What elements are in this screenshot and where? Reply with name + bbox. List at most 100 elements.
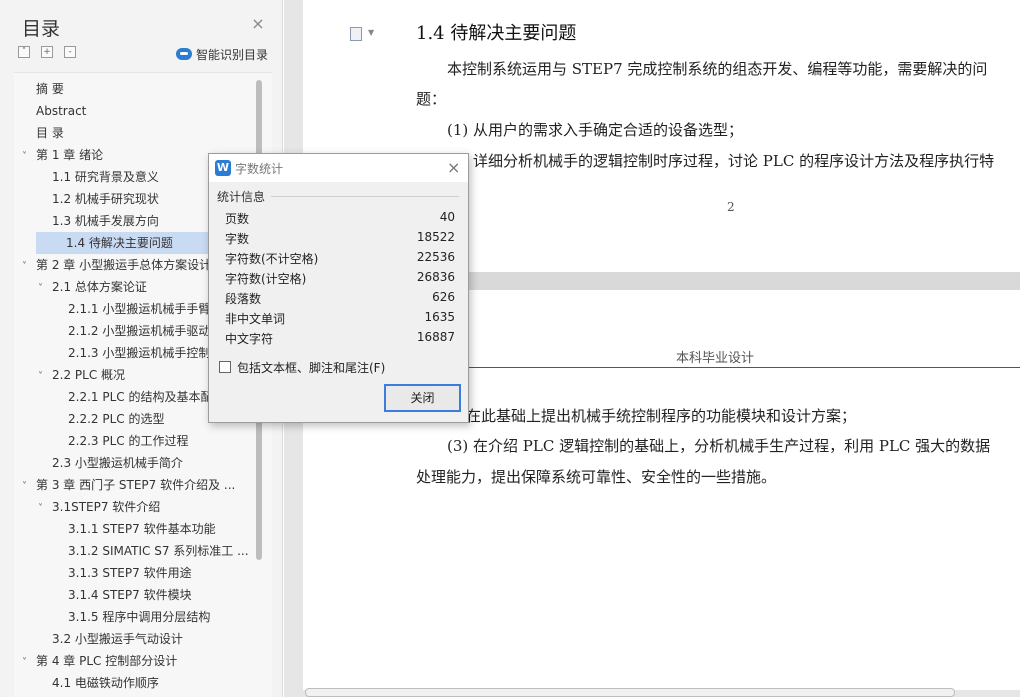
chevron-down-icon[interactable]: ˅ <box>38 366 52 386</box>
expand-button[interactable]: + <box>41 46 53 58</box>
toc-item[interactable]: 3.2 小型搬运手气动设计 <box>38 628 268 650</box>
dialog-titlebar[interactable]: W 字数统计 × <box>209 154 468 182</box>
chevron-down-icon[interactable]: ˅ <box>22 256 36 276</box>
stat-label: 页数 <box>225 212 250 226</box>
toc-item-label: 2.2.1 PLC 的结构及基本配置 <box>68 390 225 404</box>
document-icon[interactable] <box>350 27 362 41</box>
checkbox[interactable] <box>219 361 231 373</box>
page-number: 2 <box>727 200 735 214</box>
chevron-down-icon[interactable]: ˅ <box>38 498 52 518</box>
section-heading: 1.4 待解决主要问题 <box>416 23 577 44</box>
stat-value: 18522 <box>416 230 455 244</box>
toc-item-label: 目 录 <box>36 126 64 140</box>
toc-item-label: 2.2.3 PLC 的工作过程 <box>68 434 189 448</box>
stat-label: 字数 <box>225 232 250 246</box>
chevron-down-icon[interactable]: ˅ <box>22 146 36 166</box>
toc-item-label: 3.1.5 程序中调用分层结构 <box>68 610 211 624</box>
toc-item-label: 2.1 总体方案论证 <box>52 280 147 294</box>
toc-item-label: 3.1.3 STEP7 软件用途 <box>68 566 192 580</box>
chevron-down-icon[interactable]: ˅ <box>22 652 36 672</box>
toc-item[interactable]: 3.1.2 SIMATIC S7 系列标准工 ... <box>54 540 268 562</box>
toc-item-label: 3.1.4 STEP7 软件模块 <box>68 588 192 602</box>
smart-toc-label: 智能识别目录 <box>196 47 269 62</box>
checkbox-label: 包括文本框、脚注和尾注(F) <box>237 360 386 375</box>
list-item-3: (3) 在介绍 PLC 逻辑控制的基础上，分析机械手生产过程，利用 PLC 强大… <box>447 437 991 455</box>
toc-item-label: 摘 要 <box>36 82 64 96</box>
collapse-all-button[interactable]: ˅ <box>18 46 30 58</box>
toc-item-label: 2.3 小型搬运机械手简介 <box>52 456 183 470</box>
toc-item[interactable]: 目 录 <box>22 122 268 144</box>
header-rule <box>416 367 1020 368</box>
toc-item-label: 2.1.3 小型搬运机械手控制 <box>68 346 211 360</box>
stat-label: 字符数(计空格) <box>225 272 307 286</box>
toc-item-label: Abstract <box>36 104 87 118</box>
toc-item-label: 第 1 章 绪论 <box>36 148 104 162</box>
wps-logo-icon: W <box>215 160 231 176</box>
stat-row: 字符数(计空格) 26836 <box>225 270 455 288</box>
toc-item[interactable]: ˅ 第 3 章 西门子 STEP7 软件介绍及 ... <box>22 474 268 496</box>
stat-label: 字符数(不计空格) <box>225 252 319 266</box>
toc-item[interactable]: Abstract <box>22 100 268 122</box>
toc-item[interactable]: 2.2.3 PLC 的工作过程 <box>54 430 268 452</box>
list-item-2-cont: 在此基础上提出机械手统控制程序的功能模块和设计方案； <box>466 407 857 425</box>
toc-item[interactable]: ˅ 第 4 章 PLC 控制部分设计 <box>22 650 268 672</box>
toc-item-label: 4.1 电磁铁动作顺序 <box>52 676 159 690</box>
section-divider <box>271 196 459 197</box>
stat-value: 16887 <box>416 330 455 344</box>
word-count-dialog: W 字数统计 × 统计信息 页数 40 字数 18522 字符数(不计空格) 22536 字… <box>208 153 469 423</box>
stat-row: 字符数(不计空格) 22536 <box>225 250 455 268</box>
stat-value: 22536 <box>416 250 455 264</box>
toc-item[interactable]: 3.1.1 STEP7 软件基本功能 <box>54 518 268 540</box>
stat-row: 字数 18522 <box>225 230 455 248</box>
toc-item-label: 2.2.2 PLC 的选型 <box>68 412 165 426</box>
stat-label: 段落数 <box>225 292 262 306</box>
dialog-title: 字数统计 <box>235 162 284 176</box>
toc-item[interactable]: 摘 要 <box>22 78 268 100</box>
toc-item-label: 第 3 章 西门子 STEP7 软件介绍及 ... <box>36 478 236 492</box>
chevron-down-icon[interactable]: ˅ <box>22 476 36 496</box>
stat-row: 非中文单词 1635 <box>225 310 455 328</box>
smart-toc-button[interactable]: 智能识别目录 <box>176 46 268 62</box>
toc-item[interactable]: 3.1.3 STEP7 软件用途 <box>54 562 268 584</box>
page-header: 本科毕业设计 <box>676 351 755 366</box>
toc-item[interactable]: ˅ 3.1STEP7 软件介绍 <box>38 496 268 518</box>
stat-value: 1635 <box>424 310 455 324</box>
close-icon[interactable]: × <box>250 16 266 32</box>
toc-item-label: 2.1.2 小型搬运机械手驱动 <box>68 324 211 338</box>
toc-item-label: 2.2 PLC 概况 <box>52 368 126 382</box>
stats-section-label: 统计信息 <box>217 190 266 204</box>
toc-title: 目录 <box>22 18 61 40</box>
toc-item-label: 第 2 章 小型搬运手总体方案设计 <box>36 258 212 272</box>
list-item-1: (1) 从用户的需求入手确定合适的设备选型； <box>447 121 744 139</box>
toc-item[interactable]: 2.3 小型搬运机械手简介 <box>38 452 268 474</box>
stat-label: 中文字符 <box>225 332 274 346</box>
close-icon[interactable]: × <box>447 158 460 177</box>
toc-item[interactable]: 4.1 电磁铁动作顺序 <box>38 672 268 694</box>
stat-value: 40 <box>439 210 455 224</box>
chevron-down-icon[interactable]: ▼ <box>368 28 374 37</box>
toc-item-label: 第 4 章 PLC 控制部分设计 <box>36 654 178 668</box>
toc-item-label: 1.4 待解决主要问题 <box>66 236 173 250</box>
list-item-2: 详细分析机械手的逻辑控制时序过程，讨论 PLC 的程序设计方法及程序执行特 <box>473 152 995 170</box>
toc-item[interactable]: 3.1.5 程序中调用分层结构 <box>54 606 268 628</box>
horizontal-scrollbar[interactable] <box>305 688 955 697</box>
toc-item-label: 3.2 小型搬运手气动设计 <box>52 632 183 646</box>
stat-label: 非中文单词 <box>225 312 286 326</box>
stat-row: 段落数 626 <box>225 290 455 308</box>
chevron-down-icon[interactable]: ˅ <box>38 278 52 298</box>
toc-item-label: 2.1.1 小型搬运机械手手臂 <box>68 302 211 316</box>
close-button[interactable]: 关闭 <box>384 384 461 412</box>
toc-item-label: 1.1 研究背景及意义 <box>52 170 159 184</box>
paragraph-line: 本控制系统运用与 STEP7 完成控制系统的组态开发、编程等功能，需要解决的问 <box>447 60 988 78</box>
stat-row: 页数 40 <box>225 210 455 228</box>
include-textbox-checkbox[interactable]: 包括文本框、脚注和尾注(F) <box>219 359 385 375</box>
toc-item-label: 1.3 机械手发展方向 <box>52 214 159 228</box>
toc-item-label: 1.2 机械手研究现状 <box>52 192 159 206</box>
paragraph-line: 题： <box>416 90 447 108</box>
toc-item-label: 3.1STEP7 软件介绍 <box>52 500 161 514</box>
stat-row: 中文字符 16887 <box>225 330 455 348</box>
toc-item-label: 3.1.1 STEP7 软件基本功能 <box>68 522 216 536</box>
cloud-icon <box>176 48 192 60</box>
collapse-button[interactable]: - <box>64 46 76 58</box>
toc-item[interactable]: 3.1.4 STEP7 软件模块 <box>54 584 268 606</box>
